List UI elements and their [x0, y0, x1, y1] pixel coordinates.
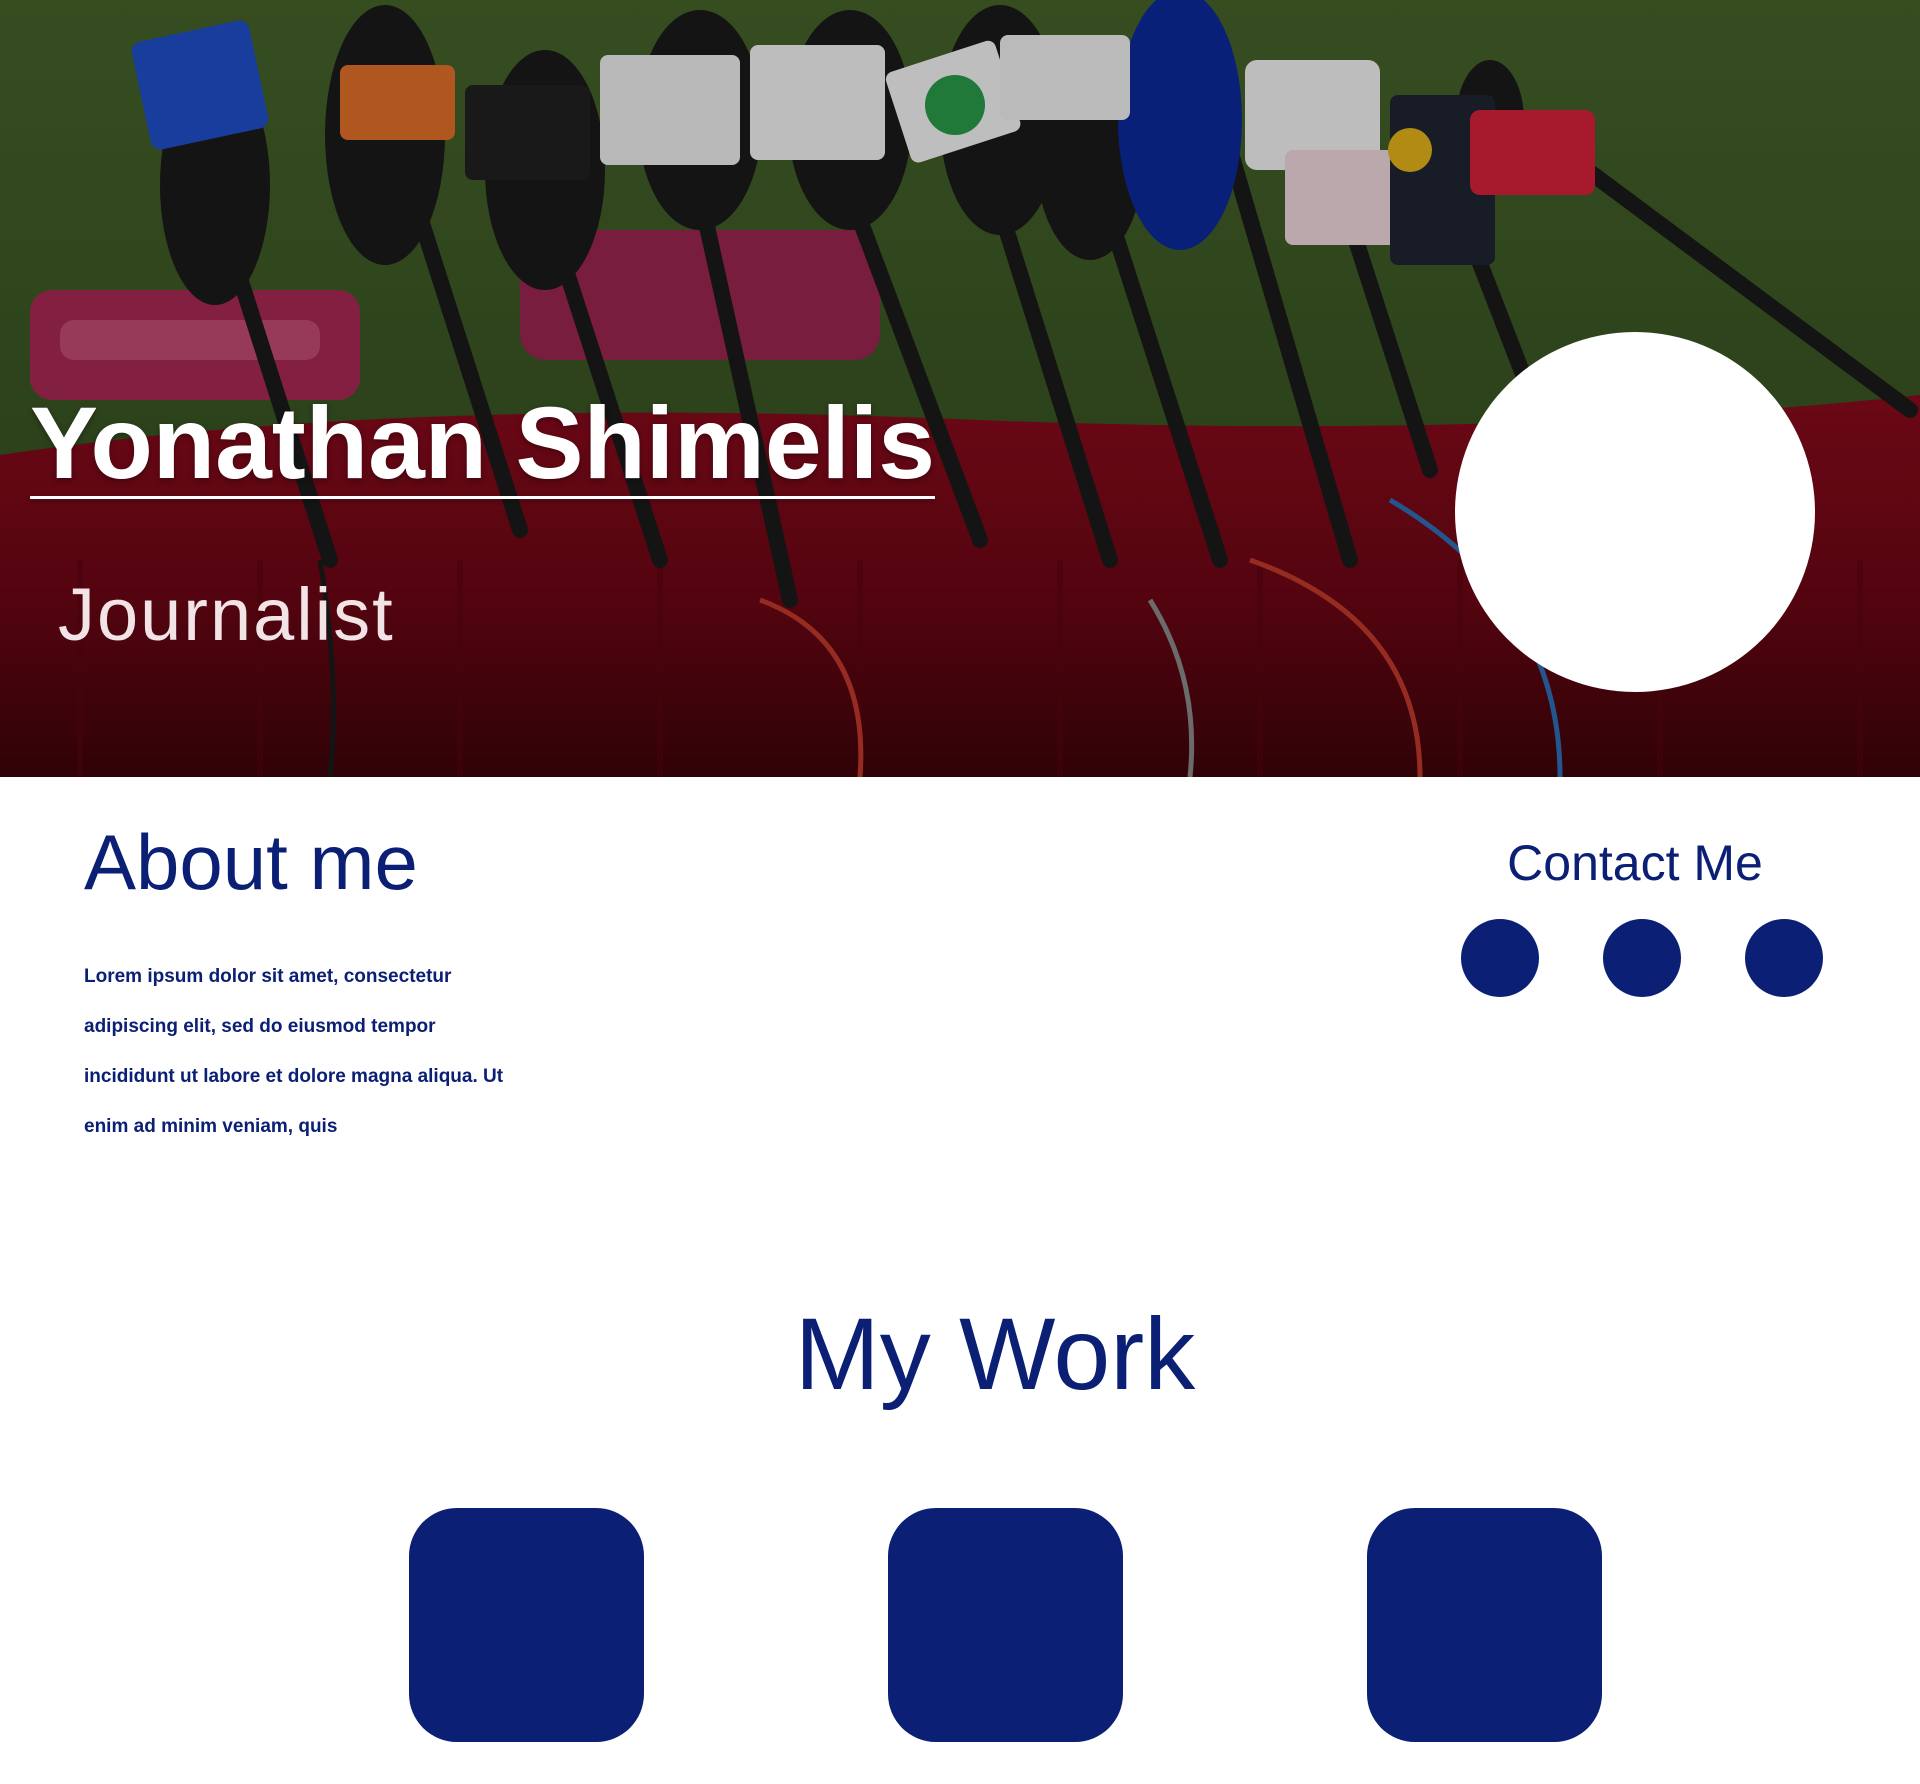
hero-name-heading: Yonathan Shimelis: [30, 386, 935, 500]
contact-link-2-social-icon[interactable]: [1603, 919, 1681, 997]
portfolio-page: Yonathan Shimelis Journalist About me Lo…: [0, 0, 1920, 1784]
work-heading: My Work: [794, 1297, 1196, 1411]
hero-role-subtitle: Journalist: [58, 573, 395, 656]
contact-heading: Contact Me: [1507, 835, 1763, 891]
profile-avatar: [1455, 332, 1815, 692]
contact-link-3-social-icon[interactable]: [1745, 919, 1823, 997]
work-card-3[interactable]: [1367, 1508, 1602, 1742]
work-card-1[interactable]: [409, 1508, 644, 1742]
about-body-text: Lorem ipsum dolor sit amet, consectetur …: [84, 966, 504, 1137]
contact-link-1-social-icon[interactable]: [1461, 919, 1539, 997]
hero-section: Yonathan Shimelis Journalist: [0, 0, 1920, 777]
about-heading: About me: [84, 818, 418, 906]
work-card-2[interactable]: [888, 1508, 1123, 1742]
